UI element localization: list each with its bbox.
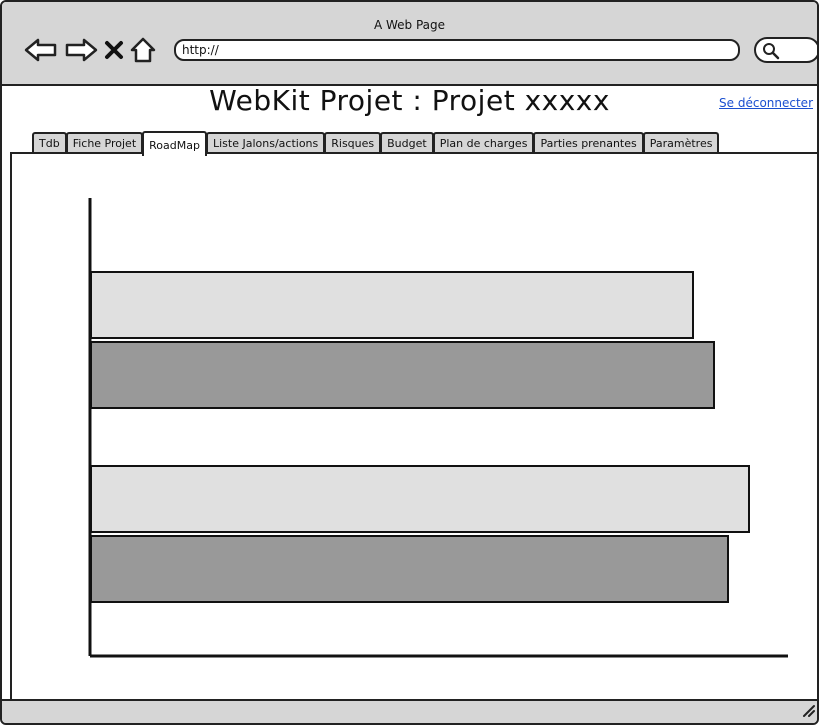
resize-grip-icon[interactable] [801, 702, 815, 721]
back-arrow-icon[interactable] [24, 38, 58, 62]
tab-plan-de-charges[interactable]: Plan de charges [432, 132, 535, 154]
tab-risques[interactable]: Risques [324, 132, 382, 154]
tab-parties-prenantes[interactable]: Parties prenantes [533, 132, 644, 154]
tab-fiche-projet[interactable]: Fiche Projet [65, 132, 144, 154]
tab-parametres[interactable]: Paramètres [642, 132, 720, 154]
home-icon[interactable] [130, 37, 156, 63]
browser-window: A Web Page http:// WebKit Projet: Proje… [0, 0, 819, 725]
nav-buttons [24, 36, 156, 64]
search-button[interactable] [754, 37, 817, 63]
tab-tdb[interactable]: Tdb [32, 132, 67, 154]
roadmap-chart [88, 198, 788, 658]
browser-toolbar: A Web Page http:// [2, 2, 817, 86]
status-bar [2, 699, 817, 723]
tab-liste-jalons-actions[interactable]: Liste Jalons/actions [205, 132, 326, 154]
bar-group-2-series-1 [90, 465, 750, 533]
close-icon[interactable] [104, 40, 124, 60]
logout-link[interactable]: Se déconnecter [719, 96, 813, 110]
bar-group-1-series-2 [90, 341, 715, 409]
tab-roadmap[interactable]: RoadMap [142, 131, 207, 156]
url-input[interactable]: http:// [174, 39, 740, 61]
bar-group-1-series-1 [90, 271, 694, 339]
page-title: WebKit Projet : Projet xxxxx [209, 84, 610, 117]
tab-content-panel [10, 152, 817, 702]
tab-budget[interactable]: Budget [380, 132, 434, 154]
forward-arrow-icon[interactable] [64, 38, 98, 62]
tab-bar: Tdb Fiche Projet RoadMap Liste Jalons/ac… [32, 130, 720, 156]
window-title: A Web Page [373, 18, 446, 32]
bar-group-2-series-2 [90, 535, 729, 603]
